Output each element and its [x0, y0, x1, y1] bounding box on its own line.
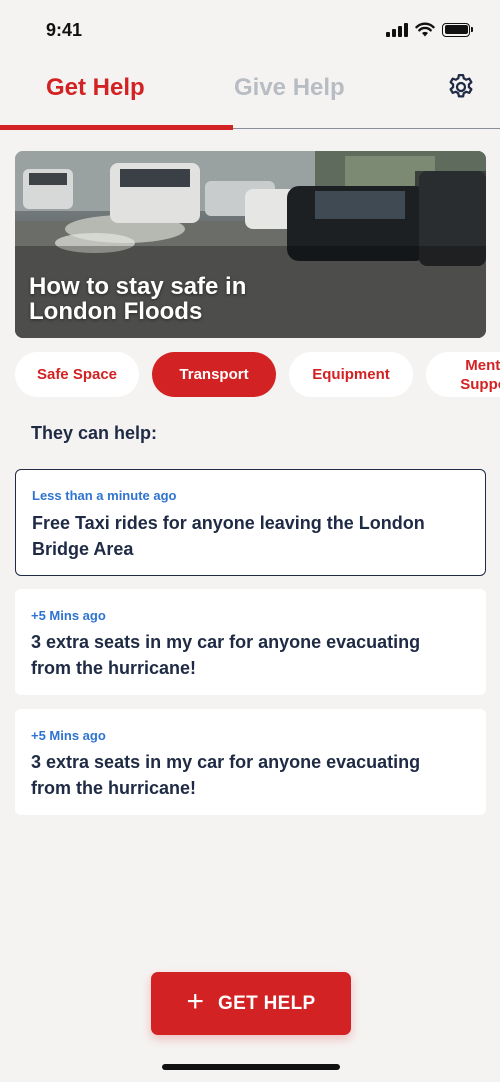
- category-chips: Safe Space Transport Equipment Mental Su…: [15, 352, 500, 398]
- banner-title: How to stay safe in London Floods: [29, 273, 247, 325]
- top-tabs: Get Help Give Help: [0, 62, 500, 132]
- settings-button[interactable]: [446, 72, 476, 102]
- plus-icon: +: [186, 985, 205, 1018]
- offer-time: +5 Mins ago: [31, 728, 106, 743]
- offer-time: Less than a minute ago: [32, 488, 177, 503]
- status-icons: [386, 22, 473, 37]
- status-time: 9:41: [46, 20, 83, 40]
- chip-mental-support-label: Mental Support: [460, 356, 500, 393]
- active-tab-indicator: [0, 125, 233, 130]
- tab-give-help[interactable]: Give Help: [234, 74, 345, 102]
- chip-safe-space[interactable]: Safe Space: [15, 352, 139, 397]
- get-help-button[interactable]: + GET HELP: [151, 972, 351, 1035]
- home-indicator: [162, 1064, 340, 1070]
- wifi-icon: [415, 22, 435, 37]
- chip-mental-support[interactable]: Mental Support: [426, 352, 500, 397]
- status-bar: 9:41: [0, 0, 500, 62]
- offer-text: Free Taxi rides for anyone leaving the L…: [32, 513, 425, 559]
- offer-card[interactable]: +5 Mins ago 3 extra seats in my car for …: [15, 589, 486, 695]
- offer-text: 3 extra seats in my car for anyone evacu…: [31, 632, 421, 678]
- battery-icon: [442, 22, 473, 37]
- offer-card[interactable]: +5 Mins ago 3 extra seats in my car for …: [15, 709, 486, 815]
- flood-safety-banner[interactable]: How to stay safe in London Floods: [15, 151, 486, 338]
- gear-icon: [449, 74, 473, 98]
- cellular-signal-icon: [386, 22, 408, 37]
- tab-get-help[interactable]: Get Help: [46, 74, 145, 102]
- chip-transport[interactable]: Transport: [152, 352, 276, 397]
- offer-card[interactable]: Less than a minute ago Free Taxi rides f…: [15, 469, 486, 576]
- offer-time: +5 Mins ago: [31, 608, 106, 623]
- section-title: They can help:: [31, 423, 158, 443]
- offer-text: 3 extra seats in my car for anyone evacu…: [31, 752, 421, 798]
- chip-equipment[interactable]: Equipment: [289, 352, 413, 397]
- get-help-button-label: GET HELP: [218, 992, 316, 1014]
